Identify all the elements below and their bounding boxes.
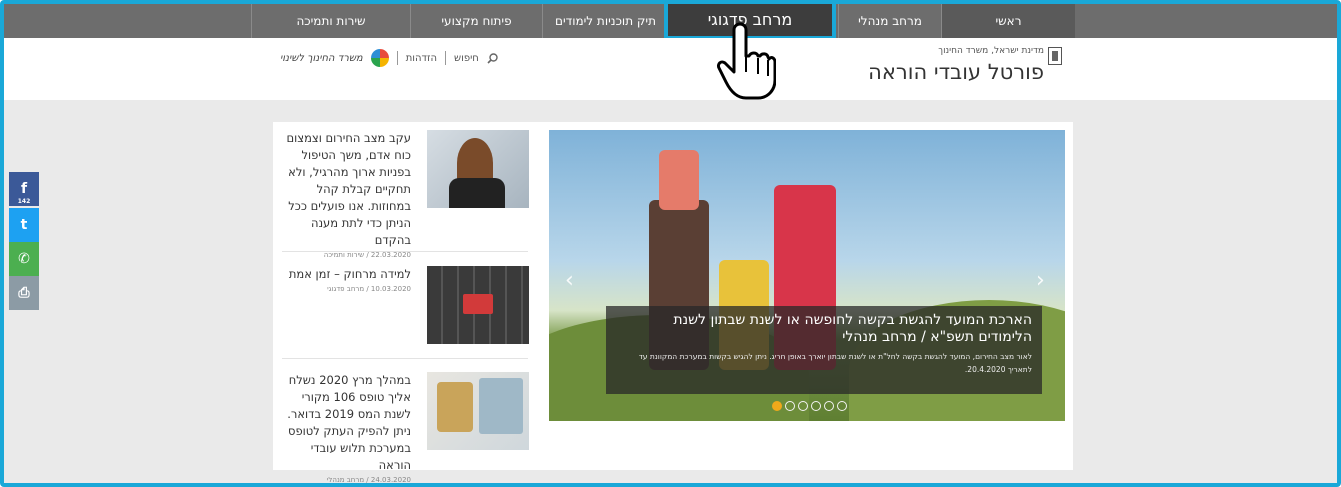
state-emblem-icon: [1048, 47, 1062, 65]
facebook-share-count: 142: [17, 198, 31, 205]
twitter-icon: t: [20, 217, 28, 233]
divider: [396, 51, 398, 65]
ministry-label: מדינת ישראל, משרד החינוך: [938, 46, 1044, 56]
slider-dot[interactable]: [785, 401, 795, 411]
facebook-share-button[interactable]: f 142: [9, 172, 39, 206]
header-tools: משרד החינוך לשינוי הזדהות חיפוש: [280, 48, 498, 68]
divider: [445, 51, 447, 65]
divider: [282, 251, 528, 252]
news-item[interactable]: עקב מצב החירום וצמצום כוח אדם, משך הטיפו…: [281, 130, 529, 259]
child-on-shoulders: [659, 150, 699, 210]
nav-item-admin[interactable]: מרחב מנהלי: [838, 4, 941, 38]
twitter-share-button[interactable]: t: [9, 208, 39, 242]
portal-title[interactable]: פורטל עובדי הוראה: [868, 60, 1044, 84]
slide-caption-text: לאור מצב החירום, המועד להגשת בקשה לחל"ת …: [638, 352, 1032, 374]
whatsapp-icon: ✆: [18, 251, 30, 267]
divider: [282, 358, 528, 359]
ministry-logo-icon[interactable]: [370, 49, 389, 67]
slider-dot[interactable]: [824, 401, 834, 411]
whatsapp-share-button[interactable]: ✆: [9, 242, 39, 276]
search-link[interactable]: חיפוש: [454, 53, 479, 64]
nav-item-home[interactable]: ראשי: [941, 4, 1075, 38]
slide-caption[interactable]: הארכת המועד להגשת בקשה לחופשה או לשנת שב…: [606, 306, 1042, 394]
hand-pointer-cursor-icon: [717, 22, 776, 100]
news-thumbnail[interactable]: [427, 372, 529, 450]
nav-item-professional-dev[interactable]: פיתוח מקצועי: [410, 4, 542, 38]
slider-dots: [772, 401, 847, 411]
news-meta: 10.03.2020 / מרחב פדגוגי: [327, 285, 411, 293]
news-meta: 22.03.2020 / שירות ותמיכה: [323, 251, 411, 259]
slider-dot[interactable]: [798, 401, 808, 411]
nav-item-support[interactable]: שירות ותמיכה: [251, 4, 410, 38]
slider-prev-arrow[interactable]: ‹: [565, 268, 574, 293]
news-thumbnail[interactable]: [427, 130, 529, 208]
slide-caption-title[interactable]: הארכת המועד להגשת בקשה לחופשה או לשנת שב…: [616, 312, 1032, 346]
news-meta: 24.03.2020 / מרחב מנהלי: [326, 476, 411, 484]
slider-next-arrow[interactable]: ›: [1036, 268, 1045, 293]
slider-dot[interactable]: [772, 401, 782, 411]
news-title[interactable]: למידה מרחוק – זמן אמת: [281, 266, 411, 283]
news-title[interactable]: עקב מצב החירום וצמצום כוח אדם, משך הטיפו…: [281, 130, 411, 249]
news-thumbnail[interactable]: [427, 266, 529, 344]
site-header: מדינת ישראל, משרד החינוך פורטל עובדי הור…: [4, 38, 1337, 100]
search-icon[interactable]: [487, 52, 498, 64]
print-icon: ⎙: [18, 285, 30, 301]
news-item[interactable]: למידה מרחוק – זמן אמת 10.03.2020 / מרחב …: [281, 266, 529, 356]
slider-dot[interactable]: [837, 401, 847, 411]
news-item[interactable]: במהלך מרץ 2020 נשלח אליך טופס 106 מקורי …: [282, 372, 529, 484]
nav-item-curriculum[interactable]: תיק תוכניות לימודים: [542, 4, 668, 38]
news-title[interactable]: במהלך מרץ 2020 נשלח אליך טופס 106 מקורי …: [281, 372, 411, 474]
print-button[interactable]: ⎙: [9, 276, 39, 310]
slider-dot[interactable]: [811, 401, 821, 411]
login-link[interactable]: הזדהות: [406, 53, 437, 64]
facebook-icon: f: [20, 181, 28, 197]
ministry-logo-text[interactable]: משרד החינוך לשינוי: [280, 53, 363, 64]
